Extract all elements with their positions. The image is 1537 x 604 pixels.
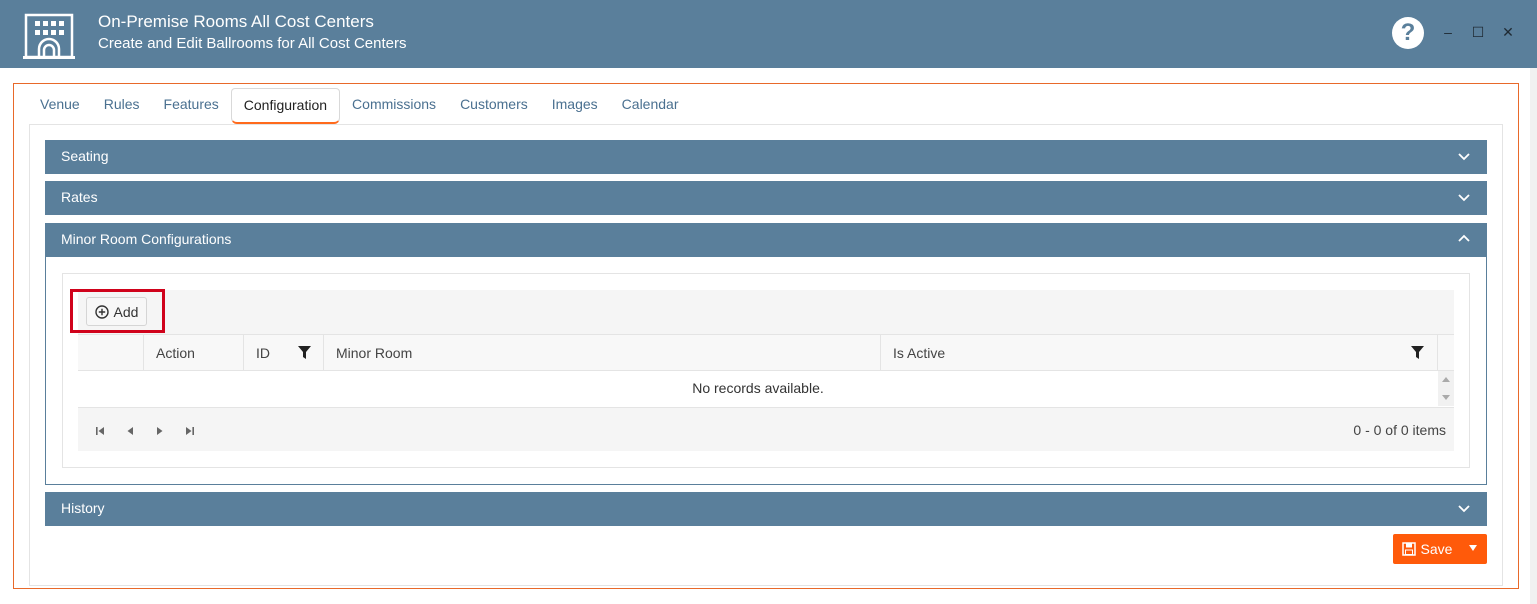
grid-toolbar (78, 290, 1454, 334)
building-icon (23, 13, 75, 59)
panel-minor-rooms-title: Minor Room Configurations (61, 231, 232, 247)
caret-down-icon[interactable] (1469, 545, 1477, 551)
chevron-down-icon (1458, 505, 1470, 513)
title-bar: On-Premise Rooms All Cost Centers Create… (0, 0, 1537, 68)
column-is-active[interactable]: Is Active (880, 335, 1437, 371)
empty-message: No records available. (692, 380, 824, 396)
pager-info: 0 - 0 of 0 items (1353, 422, 1446, 438)
filter-icon[interactable] (1411, 346, 1424, 359)
add-button-highlight (70, 289, 165, 333)
filter-icon[interactable] (298, 346, 311, 359)
tab-images[interactable]: Images (540, 88, 610, 124)
close-button[interactable]: ✕ (1500, 23, 1516, 41)
grid-header: Action ID Minor Room Is Active (78, 334, 1454, 371)
column-is-active-label: Is Active (893, 345, 946, 361)
panel-history-header[interactable]: History (45, 492, 1487, 526)
panel-history-title: History (61, 500, 105, 516)
column-scroll-spacer (1437, 335, 1454, 371)
window-scrollbar[interactable] (1530, 68, 1537, 604)
scroll-down-icon[interactable] (1442, 395, 1450, 400)
column-minor-room[interactable]: Minor Room (323, 335, 880, 371)
tab-calendar[interactable]: Calendar (610, 88, 691, 124)
maximize-button[interactable]: ☐ (1470, 23, 1486, 41)
window-subtitle: Create and Edit Ballrooms for All Cost C… (98, 35, 407, 52)
tab-features[interactable]: Features (152, 88, 231, 124)
save-split-button: Save (1393, 534, 1487, 564)
tab-venue[interactable]: Venue (28, 88, 92, 124)
chevron-down-icon (1458, 153, 1470, 161)
panel-rates-header[interactable]: Rates (45, 181, 1487, 215)
save-button[interactable]: Save (1393, 534, 1461, 564)
column-action[interactable]: Action (143, 335, 243, 371)
tab-commissions[interactable]: Commissions (340, 88, 448, 124)
next-page-icon[interactable] (155, 426, 165, 436)
minimize-button[interactable]: – (1440, 23, 1456, 41)
window-title: On-Premise Rooms All Cost Centers (98, 12, 374, 31)
tab-configuration[interactable]: Configuration (230, 88, 341, 124)
panel-seating-header[interactable]: Seating (45, 140, 1487, 174)
help-button[interactable]: ? (1392, 17, 1424, 49)
chevron-down-icon (1458, 194, 1470, 202)
tab-rules[interactable]: Rules (92, 88, 152, 124)
tab-customers[interactable]: Customers (448, 88, 540, 124)
scroll-up-icon[interactable] (1442, 377, 1450, 382)
panel-seating-title: Seating (61, 148, 109, 164)
panel-rates-title: Rates (61, 189, 98, 205)
chevron-up-icon (1458, 234, 1470, 242)
last-page-icon[interactable] (185, 426, 195, 436)
column-id-label: ID (256, 345, 270, 361)
grid-vertical-scrollbar[interactable] (1438, 371, 1454, 406)
save-button-label: Save (1420, 541, 1453, 557)
first-page-icon[interactable] (95, 426, 105, 436)
tab-strip: Venue Rules Features Configuration Commi… (28, 88, 691, 124)
column-id[interactable]: ID (243, 335, 323, 371)
floppy-disk-icon (1401, 542, 1416, 556)
grid-pager: 0 - 0 of 0 items (78, 407, 1454, 451)
panel-minor-rooms-header[interactable]: Minor Room Configurations (45, 223, 1487, 257)
previous-page-icon[interactable] (125, 426, 135, 436)
